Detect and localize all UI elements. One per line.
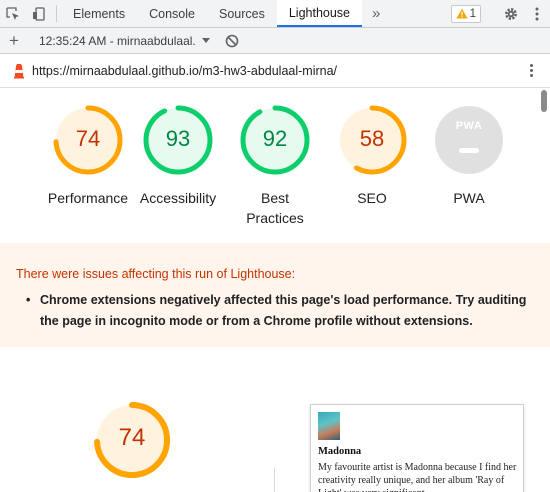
report-url-bar: https://mirnaabdulaal.github.io/m3-hw3-a… [0,54,550,88]
kebab-menu-icon[interactable] [524,6,550,22]
preview-heading: Madonna [318,446,362,457]
tab-console[interactable]: Console [137,0,207,27]
run-warning-item: Chrome extensions negatively affected th… [40,293,527,328]
run-warnings-title: There were issues affecting this run of … [16,267,296,281]
tab-label: Elements [73,6,126,21]
report-url[interactable]: https://mirnaabdulaal.github.io/m3-hw3-a… [32,64,337,78]
device-toggle-icon[interactable] [26,0,52,27]
bullet: • [26,293,31,307]
kebab-menu-icon[interactable] [528,64,534,77]
lighthouse-logo-icon [14,63,24,78]
report-select-value: 12:35:24 AM - mirnaabdulaal. [39,33,196,48]
final-screenshot-preview[interactable]: Madonna My favourite artist is Madonna b… [310,404,524,492]
tab-lighthouse[interactable]: Lighthouse [276,0,363,27]
pwa-badge-icon [435,106,503,174]
more-tabs-button[interactable]: » [362,0,390,27]
inspect-element-icon[interactable] [0,0,26,27]
tab-elements[interactable]: Elements [61,0,137,27]
score-label-line: Best [260,190,289,206]
tab-sources[interactable]: Sources [207,0,277,27]
plus-icon[interactable]: + [0,28,28,54]
warning-icon [456,8,468,19]
score-label: PWA [453,190,485,206]
score-gauge-pwa[interactable]: PWA PWA [409,104,529,208]
score-label-line: Practices [246,210,304,226]
warnings-count: 1 [469,7,476,20]
devtools-tab-bar: Elements Console Sources Lighthouse » 1 [0,0,550,28]
preview-body-text: My favourite artist is Madonna because I… [318,462,517,492]
run-warnings: There were issues affecting this run of … [0,243,550,347]
scrollbar-thumb[interactable] [541,90,547,112]
album-cover-image [318,412,340,440]
gear-icon[interactable] [498,6,524,22]
more-tabs-label: » [372,5,381,22]
run-warnings-list: • Chrome extensions negatively affected … [26,290,530,332]
divider [274,468,275,492]
tab-label: Console [149,6,195,21]
clear-icon[interactable] [218,28,246,54]
report-content: 74 Performance 93 Accessibility 92 Best … [0,88,550,492]
divider [56,5,57,22]
pwa-badge-text: PWA [455,120,483,132]
warnings-badge[interactable]: 1 [450,4,481,23]
report-select[interactable]: 12:35:24 AM - mirnaabdulaal. [33,34,218,48]
tab-label: Sources [218,6,265,21]
report-toolbar: + 12:35:24 AM - mirnaabdulaal. [0,28,550,54]
chevron-down-icon [201,37,210,43]
tab-label: Lighthouse [288,5,351,20]
new-report-label: + [9,30,19,50]
performance-detail-value: 74 [118,424,146,451]
